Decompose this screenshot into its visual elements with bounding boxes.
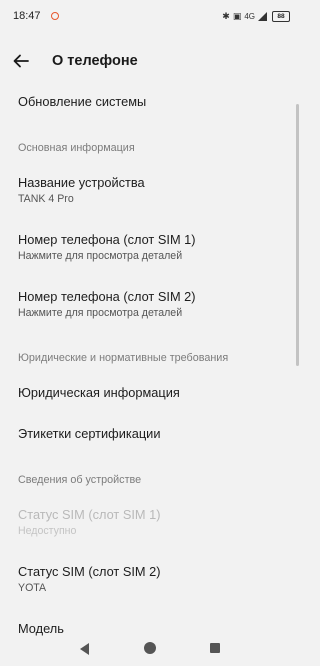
item-title: Статус SIM (слот SIM 2)	[18, 564, 161, 579]
item-title: Номер телефона (слот SIM 1)	[18, 232, 196, 247]
item-subtitle: Нажмите для просмотра деталей	[18, 250, 183, 262]
nfc-icon: ▣	[232, 10, 242, 21]
item-subtitle: Недоступно	[18, 525, 77, 537]
app-bar: О телефоне	[0, 40, 300, 84]
notification-dot-icon	[51, 12, 59, 20]
scrollbar[interactable]	[296, 104, 299, 366]
item-title: Статус SIM (слот SIM 1)	[18, 507, 161, 522]
sim2-status-item[interactable]: Статус SIM (слот SIM 2) YOTA	[18, 564, 284, 595]
page-title: О телефоне	[52, 53, 138, 69]
back-button[interactable]	[10, 50, 32, 72]
phone-number-sim2-item[interactable]: Номер телефона (слот SIM 2) Нажмите для …	[18, 289, 284, 320]
section-header-device: Сведения об устройстве	[18, 474, 142, 486]
item-title: Название устройства	[18, 175, 145, 190]
triangle-back-icon[interactable]	[80, 643, 89, 655]
battery-level: 88	[277, 12, 285, 20]
phone-number-sim1-item[interactable]: Номер телефона (слот SIM 1) Нажмите для …	[18, 232, 284, 263]
model-item[interactable]: Модель	[18, 621, 284, 637]
item-title: Модель	[18, 621, 64, 636]
item-title: Обновление системы	[18, 94, 147, 109]
square-recents-icon[interactable]	[210, 643, 220, 653]
item-title: Номер телефона (слот SIM 2)	[18, 289, 196, 304]
network-type-label: 4G	[244, 11, 255, 21]
section-header-basic: Основная информация	[18, 142, 135, 154]
item-subtitle: YOTA	[18, 582, 47, 594]
cert-labels-item[interactable]: Этикетки сертификации	[18, 426, 284, 442]
system-update-item[interactable]: Обновление системы	[18, 94, 284, 110]
item-title: Юридическая информация	[18, 385, 180, 400]
device-name-item[interactable]: Название устройства TANK 4 Pro	[18, 175, 284, 206]
battery-icon: 88	[272, 10, 290, 22]
navigation-bar	[0, 636, 300, 666]
signal-icon	[258, 11, 267, 21]
status-time: 18:47	[13, 10, 41, 22]
status-bar: 18:47 ✱ ▣ 4G 88	[0, 0, 300, 34]
bluetooth-icon: ✱	[222, 10, 230, 21]
sim1-status-item: Статус SIM (слот SIM 1) Недоступно	[18, 507, 284, 538]
arrow-left-icon	[13, 54, 29, 68]
item-subtitle: Нажмите для просмотра деталей	[18, 307, 183, 319]
legal-info-item[interactable]: Юридическая информация	[18, 385, 284, 401]
item-subtitle: TANK 4 Pro	[18, 193, 74, 205]
section-header-legal: Юридические и нормативные требования	[18, 352, 229, 364]
circle-home-icon[interactable]	[144, 642, 156, 654]
item-title: Этикетки сертификации	[18, 426, 161, 441]
status-icons: ✱ ▣ 4G 88	[222, 10, 290, 22]
